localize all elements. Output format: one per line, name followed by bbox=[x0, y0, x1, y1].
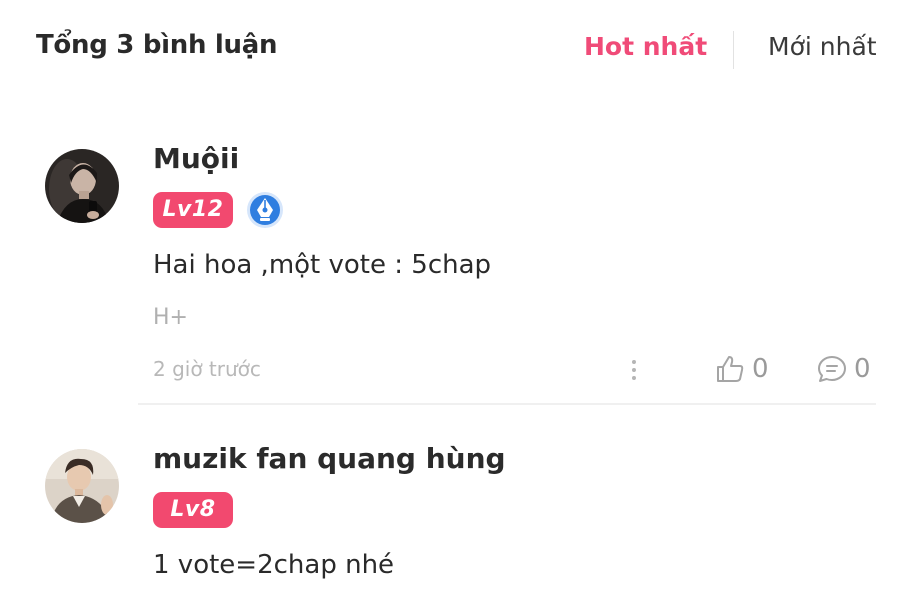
avatar[interactable] bbox=[45, 149, 119, 223]
sort-newest-tab[interactable]: Mới nhất bbox=[768, 32, 877, 61]
sort-divider bbox=[733, 31, 734, 69]
comment-text: 1 vote=2chap nhé bbox=[153, 550, 395, 580]
thumbs-up-icon bbox=[717, 356, 744, 382]
reply-count: 0 bbox=[854, 354, 871, 384]
level-badge: Lv8 bbox=[153, 492, 233, 528]
comment-divider bbox=[138, 403, 876, 405]
chapter-tag: H+ bbox=[153, 305, 188, 330]
comment-timestamp: 2 giờ trước bbox=[153, 357, 261, 381]
comments-header: Tổng 3 bình luận Hot nhất Mới nhất bbox=[0, 0, 915, 100]
comment-text: Hai hoa ,một vote : 5chap bbox=[153, 250, 492, 280]
comment-username[interactable]: muzik fan quang hùng bbox=[153, 442, 506, 475]
avatar[interactable] bbox=[45, 449, 119, 523]
comment-count-title: Tổng 3 bình luận bbox=[36, 30, 278, 60]
like-button[interactable]: 0 bbox=[714, 352, 769, 386]
like-count: 0 bbox=[752, 354, 769, 384]
more-vertical-icon[interactable] bbox=[624, 356, 644, 386]
level-badge: Lv12 bbox=[153, 192, 233, 228]
pen-nib-badge-icon bbox=[245, 190, 285, 230]
sort-hot-tab[interactable]: Hot nhất bbox=[584, 32, 707, 61]
comment-bubble-icon bbox=[818, 356, 846, 382]
reply-button[interactable]: 0 bbox=[816, 352, 871, 386]
comment-username[interactable]: Muộii bbox=[153, 142, 239, 175]
